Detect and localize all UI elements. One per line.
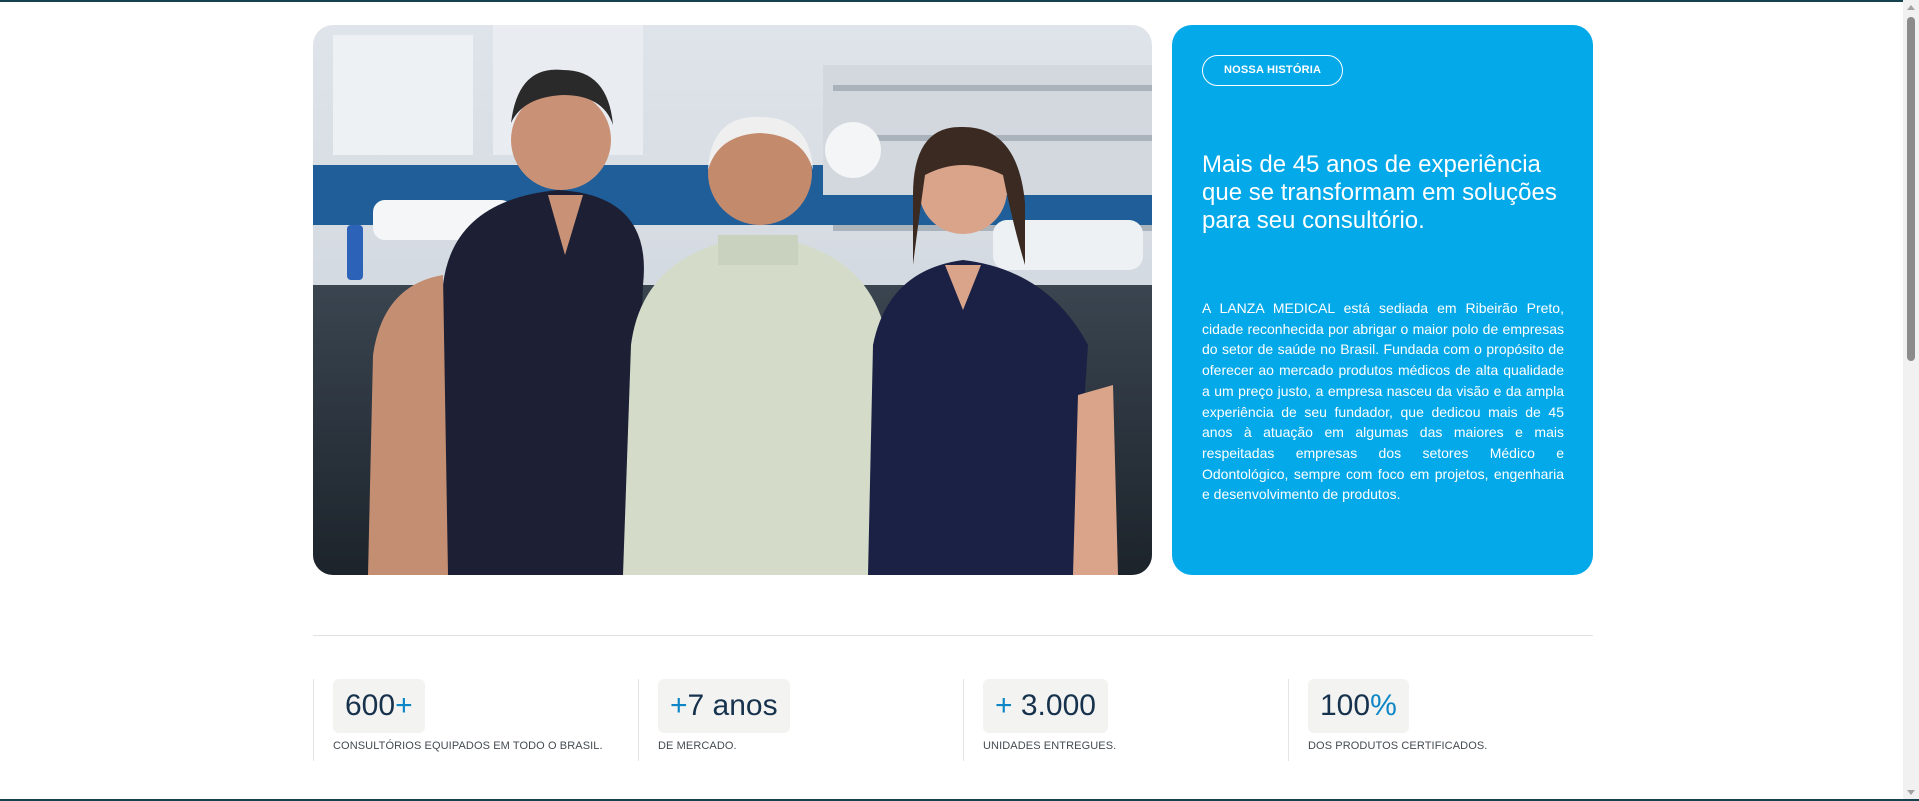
hero-photo-illustration: [313, 25, 1152, 575]
stat-value: + 3.000: [983, 679, 1108, 733]
stat-prefix: +: [670, 689, 688, 722]
stat-item-certificados: 100% DOS PRODUTOS CERTIFICADOS.: [1288, 679, 1609, 761]
section-divider: [313, 635, 1593, 636]
stat-number: 7 anos: [687, 689, 778, 722]
stat-number: 3.000: [1020, 689, 1096, 722]
page-scrollbar[interactable]: [1903, 0, 1919, 801]
hero-photo: [313, 25, 1152, 575]
stat-number: 600: [345, 689, 396, 722]
stat-item-consultorios: 600+ CONSULTÓRIOS EQUIPADOS EM TODO O BR…: [313, 679, 634, 761]
stat-label: UNIDADES ENTREGUES.: [983, 740, 1117, 752]
nossa-historia-tag[interactable]: NOSSA HISTÓRIA: [1202, 55, 1344, 86]
scroll-up-icon[interactable]: [1907, 5, 1915, 10]
scroll-thumb[interactable]: [1907, 17, 1915, 361]
stat-value: 600+: [333, 679, 425, 733]
stat-value: 100%: [1308, 679, 1409, 733]
stat-item-unidades: + 3.000 UNIDADES ENTREGUES.: [963, 679, 1284, 761]
history-title: Mais de 45 anos de experiência que se tr…: [1202, 151, 1557, 234]
stat-item-mercado: +7 anos DE MERCADO.: [638, 679, 959, 761]
stat-value: +7 anos: [658, 679, 790, 733]
history-card: NOSSA HISTÓRIA Mais de 45 anos de experi…: [1172, 25, 1593, 575]
stat-suffix: +: [395, 689, 413, 722]
stat-label: DE MERCADO.: [658, 740, 737, 752]
history-body: A LANZA MEDICAL está sediada em Ribeirão…: [1202, 300, 1564, 503]
stat-suffix: %: [1370, 689, 1397, 722]
top-rule: [0, 0, 1919, 2]
stat-prefix: +: [995, 689, 1021, 722]
stat-label: CONSULTÓRIOS EQUIPADOS EM TODO O BRASIL.: [333, 740, 603, 752]
stat-label: DOS PRODUTOS CERTIFICADOS.: [1308, 740, 1488, 752]
stat-number: 100: [1320, 689, 1371, 722]
scroll-down-icon[interactable]: [1907, 790, 1915, 795]
